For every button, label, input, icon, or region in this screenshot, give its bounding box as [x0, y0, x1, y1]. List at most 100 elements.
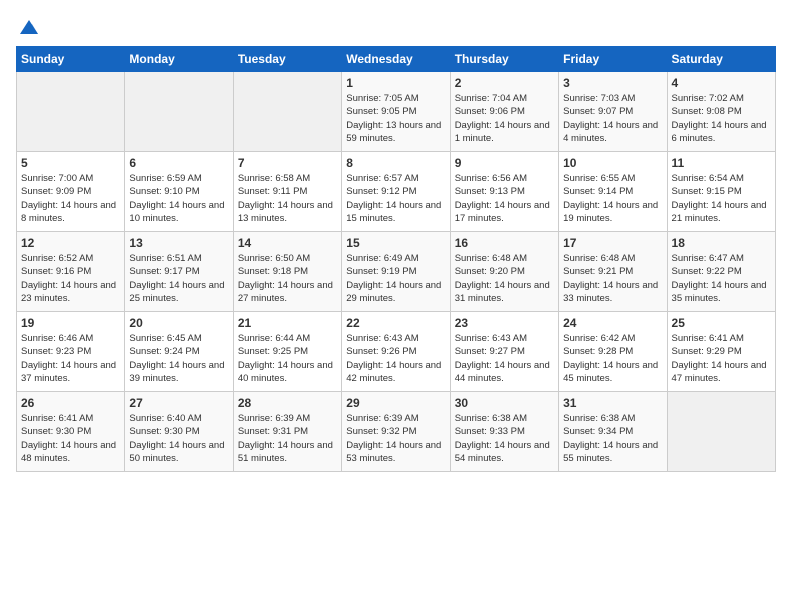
day-info: Sunrise: 6:57 AM Sunset: 9:12 PM Dayligh…: [346, 172, 445, 225]
day-number: 13: [129, 236, 228, 250]
day-number: 5: [21, 156, 120, 170]
day-cell: 12 Sunrise: 6:52 AM Sunset: 9:16 PM Dayli…: [17, 232, 125, 312]
day-number: 16: [455, 236, 554, 250]
day-cell: [233, 72, 341, 152]
day-cell: [125, 72, 233, 152]
day-number: 28: [238, 396, 337, 410]
logo: [16, 16, 44, 38]
day-cell: 3 Sunrise: 7:03 AM Sunset: 9:07 PM Daylig…: [559, 72, 667, 152]
calendar-table: SundayMondayTuesdayWednesdayThursdayFrid…: [16, 46, 776, 472]
day-number: 3: [563, 76, 662, 90]
day-cell: 6Sunrise: 6:59 AM Sunset: 9:10 PM Daylig…: [125, 152, 233, 232]
day-cell: [667, 392, 775, 472]
day-info: Sunrise: 6:39 AM Sunset: 9:31 PM Dayligh…: [238, 412, 337, 465]
day-number: 19: [21, 316, 120, 330]
col-header-monday: Monday: [125, 47, 233, 72]
day-number: 29: [346, 396, 445, 410]
day-number: 24: [563, 316, 662, 330]
week-row-2: 12 Sunrise: 6:52 AM Sunset: 9:16 PM Dayli…: [17, 232, 776, 312]
day-number: 4: [672, 76, 771, 90]
day-number: 7: [238, 156, 337, 170]
day-info: Sunrise: 7:04 AM Sunset: 9:06 PM Dayligh…: [455, 92, 554, 145]
day-cell: 13 Sunrise: 6:51 AM Sunset: 9:17 PM Dayli…: [125, 232, 233, 312]
day-info: Sunrise: 6:38 AM Sunset: 9:34 PM Dayligh…: [563, 412, 662, 465]
day-info: Sunrise: 6:58 AM Sunset: 9:11 PM Dayligh…: [238, 172, 337, 225]
day-number: 25: [672, 316, 771, 330]
col-header-tuesday: Tuesday: [233, 47, 341, 72]
day-info: Sunrise: 6:50 AM Sunset: 9:18 PM Dayligh…: [238, 252, 337, 305]
day-number: 22: [346, 316, 445, 330]
day-info: Sunrise: 6:42 AM Sunset: 9:28 PM Dayligh…: [563, 332, 662, 385]
day-cell: [17, 72, 125, 152]
col-header-sunday: Sunday: [17, 47, 125, 72]
day-cell: 17Sunrise: 6:48 AM Sunset: 9:21 PM Dayli…: [559, 232, 667, 312]
col-header-wednesday: Wednesday: [342, 47, 450, 72]
day-cell: 24 Sunrise: 6:42 AM Sunset: 9:28 PM Dayli…: [559, 312, 667, 392]
week-row-0: 1Sunrise: 7:05 AM Sunset: 9:05 PM Daylig…: [17, 72, 776, 152]
day-info: Sunrise: 6:47 AM Sunset: 9:22 PM Dayligh…: [672, 252, 771, 305]
day-cell: 2 Sunrise: 7:04 AM Sunset: 9:06 PM Daylig…: [450, 72, 558, 152]
day-info: Sunrise: 7:03 AM Sunset: 9:07 PM Dayligh…: [563, 92, 662, 145]
day-number: 20: [129, 316, 228, 330]
day-cell: 25Sunrise: 6:41 AM Sunset: 9:29 PM Dayli…: [667, 312, 775, 392]
day-info: Sunrise: 6:43 AM Sunset: 9:26 PM Dayligh…: [346, 332, 445, 385]
day-info: Sunrise: 6:46 AM Sunset: 9:23 PM Dayligh…: [21, 332, 120, 385]
day-cell: 16 Sunrise: 6:48 AM Sunset: 9:20 PM Dayli…: [450, 232, 558, 312]
day-info: Sunrise: 6:44 AM Sunset: 9:25 PM Dayligh…: [238, 332, 337, 385]
day-number: 23: [455, 316, 554, 330]
day-cell: 4 Sunrise: 7:02 AM Sunset: 9:08 PM Daylig…: [667, 72, 775, 152]
day-number: 21: [238, 316, 337, 330]
day-cell: 9 Sunrise: 6:56 AM Sunset: 9:13 PM Daylig…: [450, 152, 558, 232]
day-cell: 7 Sunrise: 6:58 AM Sunset: 9:11 PM Daylig…: [233, 152, 341, 232]
day-cell: 11Sunrise: 6:54 AM Sunset: 9:15 PM Dayli…: [667, 152, 775, 232]
day-cell: 14 Sunrise: 6:50 AM Sunset: 9:18 PM Dayli…: [233, 232, 341, 312]
day-cell: 28 Sunrise: 6:39 AM Sunset: 9:31 PM Dayli…: [233, 392, 341, 472]
day-number: 1: [346, 76, 445, 90]
day-cell: 10 Sunrise: 6:55 AM Sunset: 9:14 PM Dayli…: [559, 152, 667, 232]
day-info: Sunrise: 6:51 AM Sunset: 9:17 PM Dayligh…: [129, 252, 228, 305]
day-number: 26: [21, 396, 120, 410]
day-cell: 23 Sunrise: 6:43 AM Sunset: 9:27 PM Dayli…: [450, 312, 558, 392]
week-row-4: 26 Sunrise: 6:41 AM Sunset: 9:30 PM Dayli…: [17, 392, 776, 472]
day-cell: 22 Sunrise: 6:43 AM Sunset: 9:26 PM Dayli…: [342, 312, 450, 392]
col-header-thursday: Thursday: [450, 47, 558, 72]
day-cell: 15 Sunrise: 6:49 AM Sunset: 9:19 PM Dayli…: [342, 232, 450, 312]
col-header-saturday: Saturday: [667, 47, 775, 72]
week-row-3: 19 Sunrise: 6:46 AM Sunset: 9:23 PM Dayli…: [17, 312, 776, 392]
day-number: 30: [455, 396, 554, 410]
day-info: Sunrise: 6:48 AM Sunset: 9:21 PM Dayligh…: [563, 252, 662, 305]
day-info: Sunrise: 6:55 AM Sunset: 9:14 PM Dayligh…: [563, 172, 662, 225]
day-cell: 20Sunrise: 6:45 AM Sunset: 9:24 PM Dayli…: [125, 312, 233, 392]
day-number: 10: [563, 156, 662, 170]
day-number: 14: [238, 236, 337, 250]
day-number: 11: [672, 156, 771, 170]
day-info: Sunrise: 6:39 AM Sunset: 9:32 PM Dayligh…: [346, 412, 445, 465]
day-info: Sunrise: 6:41 AM Sunset: 9:30 PM Dayligh…: [21, 412, 120, 465]
day-cell: 30Sunrise: 6:38 AM Sunset: 9:33 PM Dayli…: [450, 392, 558, 472]
day-info: Sunrise: 6:49 AM Sunset: 9:19 PM Dayligh…: [346, 252, 445, 305]
day-number: 2: [455, 76, 554, 90]
day-cell: 26 Sunrise: 6:41 AM Sunset: 9:30 PM Dayli…: [17, 392, 125, 472]
col-header-friday: Friday: [559, 47, 667, 72]
day-number: 31: [563, 396, 662, 410]
header-row: SundayMondayTuesdayWednesdayThursdayFrid…: [17, 47, 776, 72]
day-info: Sunrise: 6:56 AM Sunset: 9:13 PM Dayligh…: [455, 172, 554, 225]
day-number: 8: [346, 156, 445, 170]
day-cell: 31 Sunrise: 6:38 AM Sunset: 9:34 PM Dayli…: [559, 392, 667, 472]
day-info: Sunrise: 6:43 AM Sunset: 9:27 PM Dayligh…: [455, 332, 554, 385]
day-info: Sunrise: 7:00 AM Sunset: 9:09 PM Dayligh…: [21, 172, 120, 225]
day-number: 12: [21, 236, 120, 250]
day-info: Sunrise: 6:59 AM Sunset: 9:10 PM Dayligh…: [129, 172, 228, 225]
day-cell: 27Sunrise: 6:40 AM Sunset: 9:30 PM Dayli…: [125, 392, 233, 472]
day-number: 15: [346, 236, 445, 250]
week-row-1: 5 Sunrise: 7:00 AM Sunset: 9:09 PM Daylig…: [17, 152, 776, 232]
day-cell: 18 Sunrise: 6:47 AM Sunset: 9:22 PM Dayli…: [667, 232, 775, 312]
day-info: Sunrise: 6:48 AM Sunset: 9:20 PM Dayligh…: [455, 252, 554, 305]
day-info: Sunrise: 6:52 AM Sunset: 9:16 PM Dayligh…: [21, 252, 120, 305]
day-number: 27: [129, 396, 228, 410]
day-number: 18: [672, 236, 771, 250]
day-cell: 5 Sunrise: 7:00 AM Sunset: 9:09 PM Daylig…: [17, 152, 125, 232]
day-number: 9: [455, 156, 554, 170]
day-cell: 19 Sunrise: 6:46 AM Sunset: 9:23 PM Dayli…: [17, 312, 125, 392]
day-info: Sunrise: 7:02 AM Sunset: 9:08 PM Dayligh…: [672, 92, 771, 145]
